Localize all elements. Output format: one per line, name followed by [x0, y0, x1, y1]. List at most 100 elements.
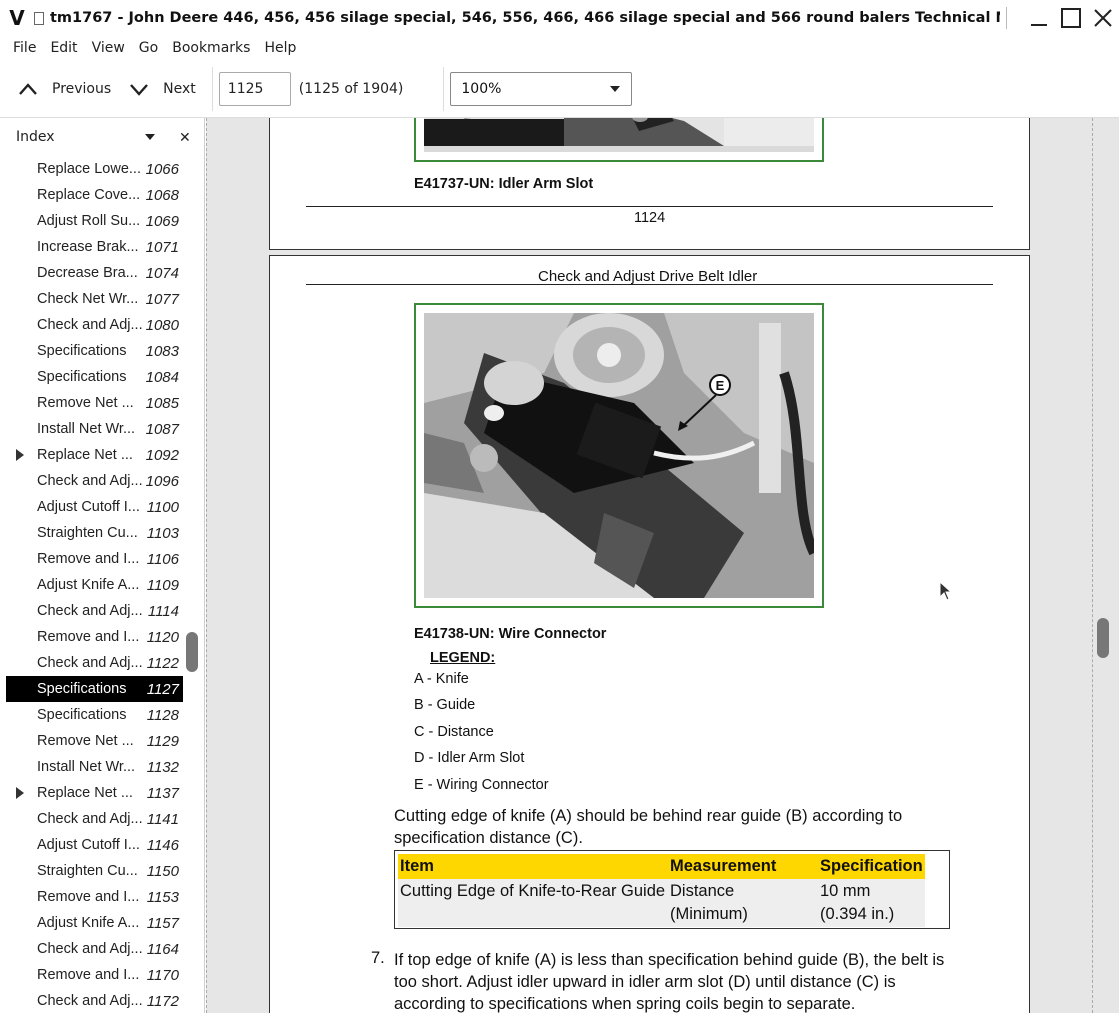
menu-bookmarks[interactable]: Bookmarks — [165, 40, 257, 56]
sidebar-item-page: 1122 — [146, 654, 179, 672]
sidebar-item-page: 1084 — [145, 368, 179, 386]
sidebar-item[interactable]: Adjust Cutoff I... 1146 — [6, 832, 183, 858]
sidebar-item-label: Remove and I... — [37, 551, 140, 567]
sidebar-item[interactable]: Check and Adj... 1114 — [6, 598, 183, 624]
close-window-button[interactable] — [1087, 0, 1119, 36]
sidebar-item[interactable]: Decrease Bra... 1074 — [6, 260, 183, 286]
title-separator — [1006, 7, 1007, 29]
sidebar-item[interactable]: Specifications 1128 — [6, 702, 183, 728]
sidebar-item[interactable]: Adjust Cutoff I... 1100 — [6, 494, 183, 520]
sidebar-item[interactable]: Replace Lowe... 1066 — [6, 156, 183, 182]
document-view[interactable]: E41737-UN: Idler Arm Slot 1124 Check and… — [206, 118, 1119, 1013]
sidebar-item[interactable]: Replace Net ... 1137 — [6, 780, 183, 806]
sidebar-item[interactable]: Remove and I... 1170 — [6, 962, 183, 988]
sidebar-item-page: 1066 — [145, 160, 179, 178]
minimize-button[interactable] — [1023, 0, 1055, 36]
sidebar-item-label: Adjust Roll Su... — [37, 213, 141, 229]
sidebar-close-icon[interactable]: ✕ — [179, 130, 191, 146]
sidebar-item[interactable]: Remove Net ... 1085 — [6, 390, 183, 416]
sidebar-item[interactable]: Remove and I... 1153 — [6, 884, 183, 910]
sidebar-item[interactable]: Adjust Knife A... 1109 — [6, 572, 183, 598]
sidebar-item[interactable]: Replace Cove... 1068 — [6, 182, 183, 208]
sidebar-item[interactable]: Specifications 1084 — [6, 364, 183, 390]
sidebar-item[interactable]: Check Net Wr... 1077 — [6, 286, 183, 312]
sidebar-item[interactable]: Remove and I... 1120 — [6, 624, 183, 650]
expand-triangle-icon[interactable] — [16, 787, 24, 799]
menu-view[interactable]: View — [85, 40, 132, 56]
sidebar-item-label: Adjust Knife A... — [37, 577, 140, 593]
legend-item-b: B - Guide — [414, 697, 476, 713]
sidebar-item[interactable]: Check and Adj... 1122 — [6, 650, 183, 676]
next-label: Next — [163, 80, 196, 97]
sidebar-item-label: Install Net Wr... — [37, 759, 136, 775]
zoom-select[interactable]: 100% — [450, 71, 633, 106]
wire-connector-photo-image: E — [424, 313, 814, 598]
step-text: If top edge of knife (A) is less than sp… — [394, 951, 945, 1013]
toolbar: Previous Next (1125 of 1904) 100% — [0, 60, 1119, 118]
legend-item-a: A - Knife — [414, 671, 469, 687]
section-title: Check and Adjust Drive Belt Idler — [538, 268, 758, 285]
sidebar-item[interactable]: Check and Adj... 1080 — [6, 312, 183, 338]
sidebar-item-label: Straighten Cu... — [37, 863, 138, 879]
specification-table: Item Measurement Specification Cutting E… — [394, 850, 950, 929]
sidebar-item[interactable]: Straighten Cu... 1150 — [6, 858, 183, 884]
sidebar-item-page: 1157 — [146, 914, 179, 932]
sidebar-item[interactable]: Check and Adj... 1164 — [6, 936, 183, 962]
sidebar-item-page: 1074 — [145, 264, 179, 282]
sidebar-scrollbar[interactable] — [186, 632, 198, 672]
sidebar-item-page: 1114 — [147, 602, 179, 620]
sidebar-item-label: Check and Adj... — [37, 993, 143, 1009]
sidebar-item[interactable]: Adjust Knife A... 1157 — [6, 910, 183, 936]
sidebar-item-page: 1106 — [146, 550, 179, 568]
sidebar-header: Index ✕ — [0, 118, 204, 156]
document-scrollbar[interactable] — [1097, 618, 1109, 658]
sidebar-item-label: Check and Adj... — [37, 811, 143, 827]
sidebar-item-label: Remove Net ... — [37, 733, 134, 749]
sidebar-item-label: Remove and I... — [37, 629, 140, 645]
previous-page-button[interactable]: Previous — [0, 69, 121, 109]
sidebar-item-page: 1080 — [145, 316, 179, 334]
table-header-row: Item Measurement Specification — [398, 854, 925, 879]
sidebar-item-page: 1128 — [146, 706, 179, 724]
sidebar-item[interactable]: Check and Adj... 1172 — [6, 988, 183, 1013]
sidebar-item-page: 1132 — [146, 758, 179, 776]
sidebar-item[interactable]: Check and Adj... 1141 — [6, 806, 183, 832]
menu-go[interactable]: Go — [132, 40, 165, 56]
menu-help[interactable]: Help — [257, 40, 303, 56]
sidebar-item[interactable]: Adjust Roll Su... 1069 — [6, 208, 183, 234]
table-cell-item: Cutting Edge of Knife-to-Rear Guide — [398, 879, 668, 927]
legend-title: LEGEND: — [430, 650, 496, 666]
photo-wire-connector: E — [414, 303, 824, 608]
sidebar-item-label: Check Net Wr... — [37, 291, 139, 307]
minimize-icon — [1031, 24, 1047, 26]
column-header-specification: Specification — [818, 854, 925, 879]
sidebar-item[interactable]: Straighten Cu... 1103 — [6, 520, 183, 546]
legend-item-c: C - Distance — [414, 724, 494, 740]
sidebar-item-label: Remove and I... — [37, 967, 140, 983]
zoom-value: 100% — [461, 80, 502, 97]
sidebar-item-label: Specifications — [37, 707, 127, 723]
sidebar-dropdown-icon[interactable] — [144, 133, 156, 141]
page-number-input[interactable] — [218, 71, 291, 106]
instruction-paragraph: Cutting edge of knife (A) should be behi… — [394, 807, 903, 847]
sidebar-item[interactable]: Install Net Wr... 1132 — [6, 754, 183, 780]
sidebar-item[interactable]: Specifications 1127 — [6, 676, 183, 702]
sidebar-title: Index — [16, 129, 55, 145]
sidebar-item[interactable]: Increase Brak... 1071 — [6, 234, 183, 260]
menu-edit[interactable]: Edit — [43, 40, 84, 56]
menu-file[interactable]: File — [6, 40, 43, 56]
sidebar-item[interactable]: Specifications 1083 — [6, 338, 183, 364]
sidebar-item-label: Specifications — [37, 681, 127, 697]
sidebar-item[interactable]: Replace Net ... 1092 — [6, 442, 183, 468]
sidebar-item[interactable]: Install Net Wr... 1087 — [6, 416, 183, 442]
next-page-button[interactable]: Next — [121, 69, 206, 109]
sidebar-item-page: 1170 — [146, 966, 179, 984]
sidebar-item[interactable]: Check and Adj... 1096 — [6, 468, 183, 494]
expand-triangle-icon[interactable] — [16, 449, 24, 461]
maximize-button[interactable] — [1055, 0, 1087, 36]
sidebar-item[interactable]: Remove Net ... 1129 — [6, 728, 183, 754]
chevron-down-icon — [130, 83, 149, 96]
sidebar-item[interactable]: Remove and I... 1106 — [6, 546, 183, 572]
menu-bar: File Edit View Go Bookmarks Help — [0, 36, 1119, 60]
spec-table-grid: Item Measurement Specification Cutting E… — [398, 854, 925, 927]
